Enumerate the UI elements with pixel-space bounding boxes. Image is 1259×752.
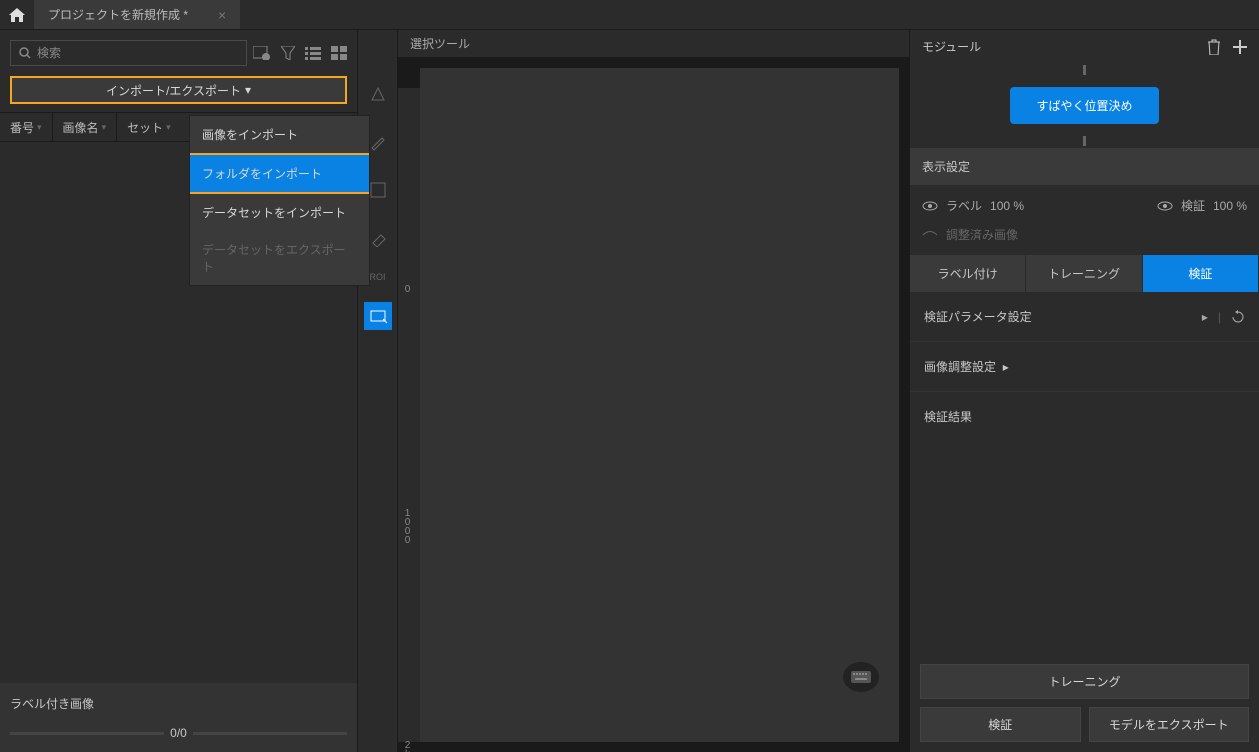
trash-icon[interactable] — [1207, 39, 1221, 55]
training-button[interactable]: トレーニング — [920, 664, 1249, 699]
add-icon[interactable] — [1233, 40, 1247, 54]
close-icon[interactable]: × — [218, 7, 226, 23]
search-icon — [19, 47, 31, 59]
labeled-images-title: ラベル付き画像 — [10, 695, 347, 712]
canvas-header: 選択ツール — [398, 30, 909, 58]
image-icon[interactable] — [253, 46, 271, 60]
export-model-button[interactable]: モデルをエクスポート — [1089, 707, 1250, 742]
ruler-vertical: 0 1000 2k — [398, 88, 420, 742]
grid-icon[interactable] — [331, 46, 347, 60]
left-panel: インポート/エクスポート ▾ 番号▾ 画像名▾ セット▾ 画像をインポート フォ… — [0, 30, 358, 752]
canvas-viewport[interactable] — [420, 68, 899, 742]
list-icon[interactable] — [305, 46, 321, 60]
chevron-right-icon: ▸ — [1003, 360, 1009, 374]
roi-label: ROI — [369, 272, 385, 282]
display-label-visibility[interactable]: ラベル 100 % — [922, 197, 1024, 214]
dropdown-import-dataset[interactable]: データセットをインポート — [190, 194, 369, 231]
titlebar: プロジェクトを新規作成 * × — [0, 0, 1259, 30]
import-export-label: インポート/エクスポート — [106, 82, 241, 99]
sort-caret-icon: ▾ — [166, 122, 171, 133]
tab-title: プロジェクトを新規作成 * — [48, 6, 188, 23]
reset-icon[interactable] — [1231, 310, 1245, 324]
import-export-dropdown: 画像をインポート フォルダをインポート データセットをインポート データセットを… — [189, 115, 370, 286]
left-bottom-panel: ラベル付き画像 0/0 — [0, 683, 357, 752]
verify-button[interactable]: 検証 — [920, 707, 1081, 742]
chevron-right-icon: ▸ — [1202, 310, 1208, 324]
eye-icon — [1157, 201, 1173, 211]
section-verify-params[interactable]: 検証パラメータ設定 ▸ | — [910, 292, 1259, 342]
column-image-name[interactable]: 画像名▾ — [53, 113, 118, 141]
labeled-images-progress: 0/0 — [10, 726, 347, 740]
search-input[interactable] — [37, 46, 238, 60]
dropdown-import-folder[interactable]: フォルダをインポート — [190, 153, 369, 194]
eye-icon — [922, 201, 938, 211]
column-set[interactable]: セット▾ — [117, 113, 181, 141]
tab-verify[interactable]: 検証 — [1143, 255, 1259, 292]
right-panel: モジュール すばやく位置決め 表示設定 ラベル 100 % 検証 100 % — [909, 30, 1259, 752]
module-handle-top[interactable] — [1083, 65, 1086, 75]
home-icon[interactable] — [0, 0, 34, 29]
rect-tool-icon[interactable] — [364, 302, 392, 330]
sort-caret-icon: ▾ — [37, 122, 42, 133]
chevron-down-icon: ▾ — [245, 83, 251, 97]
display-row: ラベル 100 % 検証 100 % — [910, 185, 1259, 226]
section-image-adjust[interactable]: 画像調整設定 ▸ — [910, 342, 1259, 392]
document-tab[interactable]: プロジェクトを新規作成 * × — [34, 0, 240, 29]
module-handle-bottom[interactable] — [1083, 136, 1086, 146]
tab-labeling[interactable]: ラベル付け — [910, 255, 1026, 292]
divider: | — [1218, 310, 1221, 324]
import-export-button[interactable]: インポート/エクスポート ▾ — [10, 76, 347, 104]
display-adjusted-images[interactable]: 調整済み画像 — [922, 226, 1018, 243]
polygon-tool-icon[interactable] — [364, 80, 392, 108]
canvas-area: 選択ツール 0 1000 2k 0 1000 2k — [398, 30, 909, 752]
progress-text: 0/0 — [164, 726, 193, 740]
keyboard-icon[interactable] — [843, 662, 879, 692]
tab-training[interactable]: トレーニング — [1026, 255, 1142, 292]
sort-caret-icon: ▾ — [102, 122, 107, 133]
dropdown-import-image[interactable]: 画像をインポート — [190, 116, 369, 153]
display-verify-visibility[interactable]: 検証 100 % — [1157, 197, 1247, 214]
section-verify-result: 検証結果 — [910, 392, 1259, 441]
column-number[interactable]: 番号▾ — [0, 113, 53, 141]
filter-icon[interactable] — [281, 46, 295, 60]
search-box[interactable] — [10, 40, 247, 66]
module-title: モジュール — [922, 38, 981, 55]
display-settings-title: 表示設定 — [910, 148, 1259, 185]
quick-position-button[interactable]: すばやく位置決め — [1010, 87, 1158, 124]
hidden-icon — [922, 230, 938, 240]
dropdown-export-dataset: データセットをエクスポート — [190, 231, 369, 285]
